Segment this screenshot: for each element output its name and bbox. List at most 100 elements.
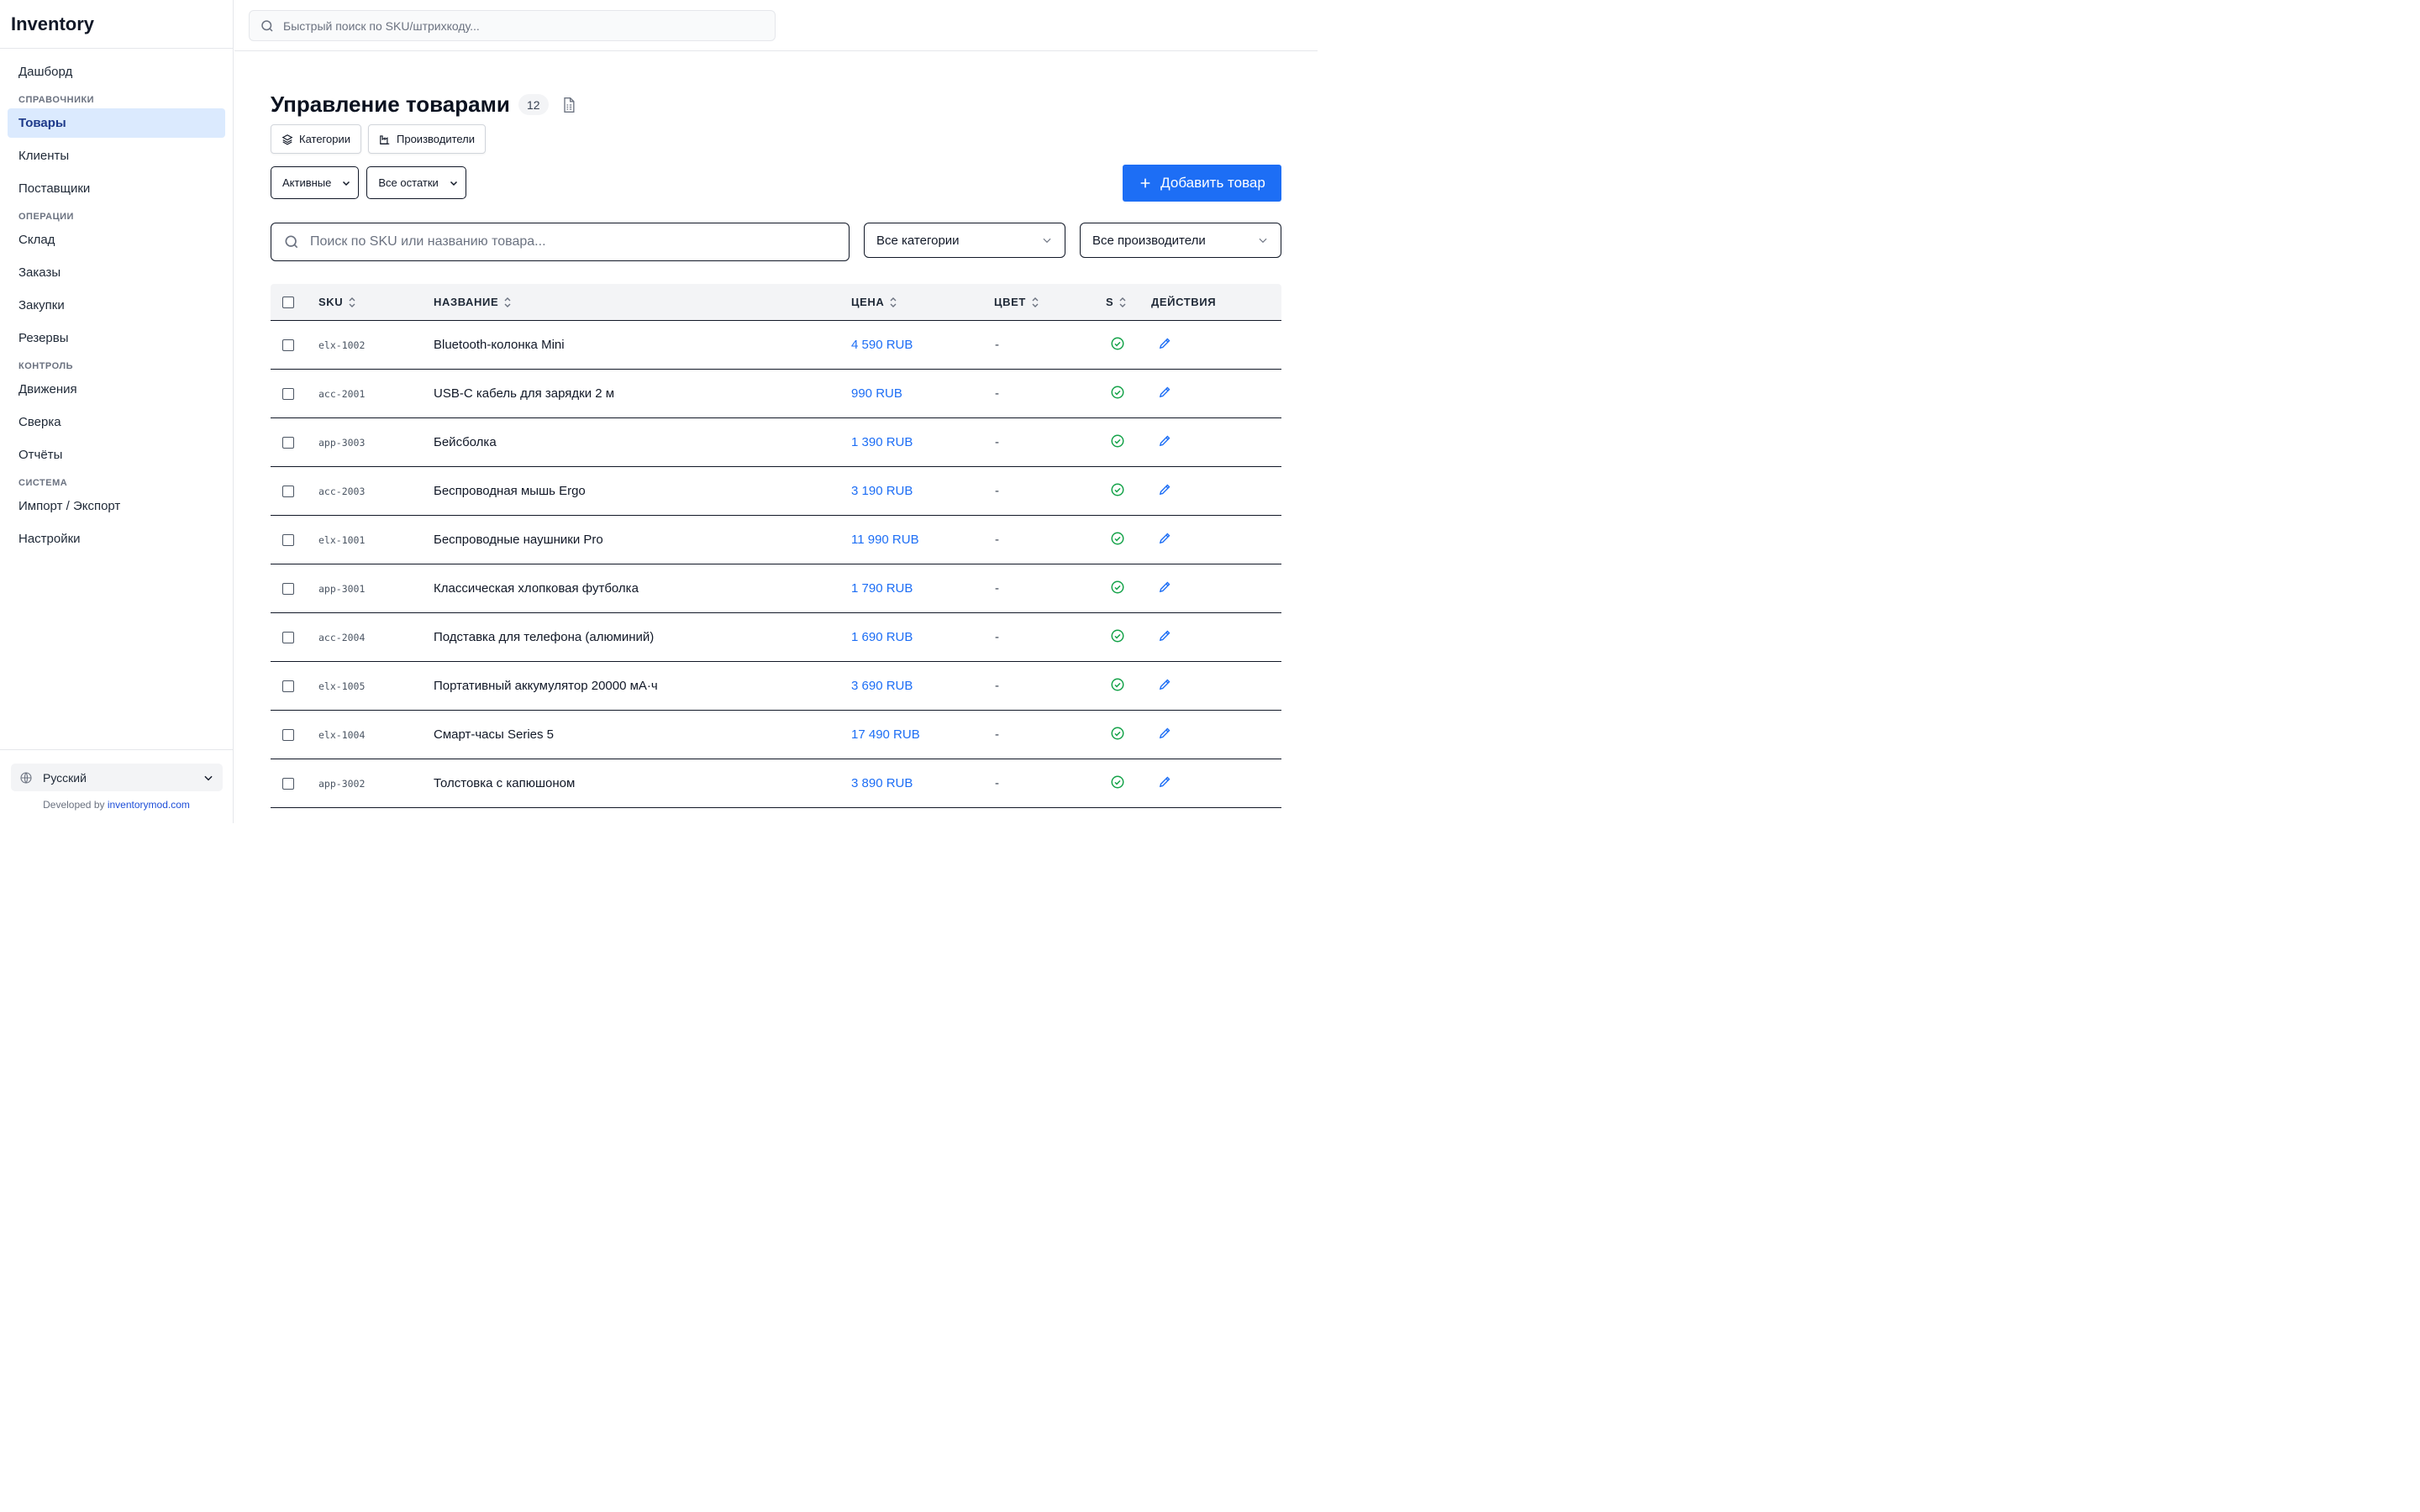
price-cell: 1 790 RUB — [851, 581, 994, 596]
search-icon — [285, 235, 298, 249]
reference-buttons: Категории Производители — [271, 124, 487, 154]
sku-text: acc-2001 — [318, 388, 366, 400]
product-name: Bluetooth-колонка Mini — [434, 338, 565, 352]
row-checkbox[interactable] — [282, 436, 294, 449]
product-count-badge: 12 — [518, 94, 549, 115]
status-cell — [1106, 433, 1151, 452]
sidebar-item-products[interactable]: Товары — [8, 108, 225, 138]
row-check-cell — [271, 777, 318, 790]
plus-icon — [1140, 178, 1150, 188]
check-circle-icon — [1111, 727, 1124, 739]
name-cell: Смарт-часы Series 5 — [434, 727, 851, 742]
product-search-input[interactable] — [310, 234, 831, 249]
pencil-icon[interactable] — [1158, 628, 1172, 643]
color-text: - — [995, 630, 999, 644]
table-header: SKU НАЗВАНИЕ ЦЕНА ЦВЕТ S ДЕЙСТВИЯ — [271, 284, 1281, 321]
sidebar-item-movements[interactable]: Движения — [8, 375, 225, 404]
pencil-icon[interactable] — [1158, 726, 1172, 740]
sku-text: app-3003 — [318, 437, 366, 449]
row-checkbox[interactable] — [282, 777, 294, 790]
row-checkbox[interactable] — [282, 582, 294, 595]
price-cell: 3 890 RUB — [851, 776, 994, 790]
row-checkbox[interactable] — [282, 728, 294, 741]
header-sku[interactable]: SKU — [318, 296, 434, 308]
name-cell: Беспроводные наушники Pro — [434, 533, 851, 547]
row-checkbox[interactable] — [282, 680, 294, 692]
status-filter-select[interactable]: Активные — [271, 166, 360, 199]
sidebar-section-references: СПРАВОЧНИКИ — [18, 95, 95, 105]
factory-icon — [380, 134, 390, 144]
manufacturer-filter-value: Все производители — [1092, 233, 1206, 248]
price-text: 1 790 RUB — [851, 581, 913, 596]
sidebar-item-dashboard[interactable]: Дашборд — [8, 57, 225, 87]
table-row: app-3003 Бейсболка 1 390 RUB - — [271, 418, 1281, 467]
row-checkbox[interactable] — [282, 387, 294, 400]
sidebar-item-orders[interactable]: Заказы — [8, 258, 225, 287]
actions-cell — [1151, 482, 1277, 500]
sidebar-item-suppliers[interactable]: Поставщики — [8, 174, 225, 203]
manufacturers-button[interactable]: Производители — [368, 124, 487, 154]
developer-link[interactable]: inventorymod.com — [108, 799, 190, 811]
sidebar-item-clients[interactable]: Клиенты — [8, 141, 225, 171]
quick-search-input[interactable] — [283, 18, 754, 33]
product-name: Классическая хлопковая футболка — [434, 581, 639, 596]
header-name[interactable]: НАЗВАНИЕ — [434, 296, 851, 308]
sidebar-item-reserves[interactable]: Резервы — [8, 323, 225, 353]
product-name: Беспроводная мышь Ergo — [434, 484, 586, 498]
header-s[interactable]: S — [1106, 296, 1151, 308]
row-checkbox[interactable] — [282, 631, 294, 643]
sku-cell: app-3001 — [318, 581, 434, 596]
sidebar-item-reports[interactable]: Отчёты — [8, 440, 225, 470]
pencil-icon[interactable] — [1158, 580, 1172, 594]
select-all-checkbox[interactable] — [282, 296, 294, 308]
pencil-icon[interactable] — [1158, 433, 1172, 448]
quick-search[interactable] — [249, 10, 776, 41]
row-checkbox[interactable] — [282, 533, 294, 546]
sidebar-item-purchases[interactable]: Закупки — [8, 291, 225, 320]
sidebar-nav: Дашборд СПРАВОЧНИКИ Товары Клиенты Поста… — [0, 49, 233, 554]
check-circle-icon — [1111, 678, 1124, 690]
sort-icon — [1032, 297, 1039, 307]
header-check-cell — [271, 296, 318, 308]
sidebar-item-warehouse[interactable]: Склад — [8, 225, 225, 255]
add-product-button[interactable]: Добавить товар — [1123, 165, 1281, 202]
pencil-icon[interactable] — [1158, 677, 1172, 691]
language-select[interactable]: Русский — [11, 764, 223, 791]
sidebar-item-import-export[interactable]: Импорт / Экспорт — [8, 491, 225, 521]
row-check-cell — [271, 582, 318, 595]
sidebar-item-settings[interactable]: Настройки — [8, 524, 225, 554]
sku-cell: acc-2004 — [318, 630, 434, 644]
price-text: 17 490 RUB — [851, 727, 920, 742]
color-cell: - — [994, 679, 1106, 693]
pencil-icon[interactable] — [1158, 482, 1172, 496]
pencil-icon[interactable] — [1158, 774, 1172, 789]
row-checkbox[interactable] — [282, 485, 294, 497]
row-checkbox[interactable] — [282, 339, 294, 351]
actions-cell — [1151, 580, 1277, 597]
check-circle-icon — [1111, 483, 1124, 496]
name-cell: Bluetooth-колонка Mini — [434, 338, 851, 352]
color-text: - — [995, 776, 999, 790]
header-color[interactable]: ЦВЕТ — [994, 296, 1106, 308]
categories-button[interactable]: Категории — [271, 124, 361, 154]
manufacturer-filter-select[interactable]: Все производители — [1080, 223, 1281, 258]
price-text: 1 390 RUB — [851, 435, 913, 449]
pencil-icon[interactable] — [1158, 385, 1172, 399]
product-name: Беспроводные наушники Pro — [434, 533, 603, 547]
status-cell — [1106, 726, 1151, 744]
status-cell — [1106, 385, 1151, 403]
product-search[interactable] — [271, 223, 850, 261]
chevron-down-icon — [343, 181, 350, 186]
document-icon[interactable] — [560, 96, 577, 114]
pencil-icon[interactable] — [1158, 531, 1172, 545]
sidebar-item-reconciliation[interactable]: Сверка — [8, 407, 225, 437]
status-cell — [1106, 482, 1151, 501]
pencil-icon[interactable] — [1158, 336, 1172, 350]
table-body: elx-1002 Bluetooth-колонка Mini 4 590 RUB -… — [271, 321, 1281, 808]
table-row: app-3002 Толстовка с капюшоном 3 890 RUB - — [271, 759, 1281, 808]
product-name: Подставка для телефона (алюминий) — [434, 630, 655, 644]
stock-filter-select[interactable]: Все остатки — [366, 166, 466, 199]
header-price[interactable]: ЦЕНА — [851, 296, 994, 308]
category-filter-select[interactable]: Все категории — [864, 223, 1065, 258]
sku-cell: elx-1005 — [318, 679, 434, 693]
